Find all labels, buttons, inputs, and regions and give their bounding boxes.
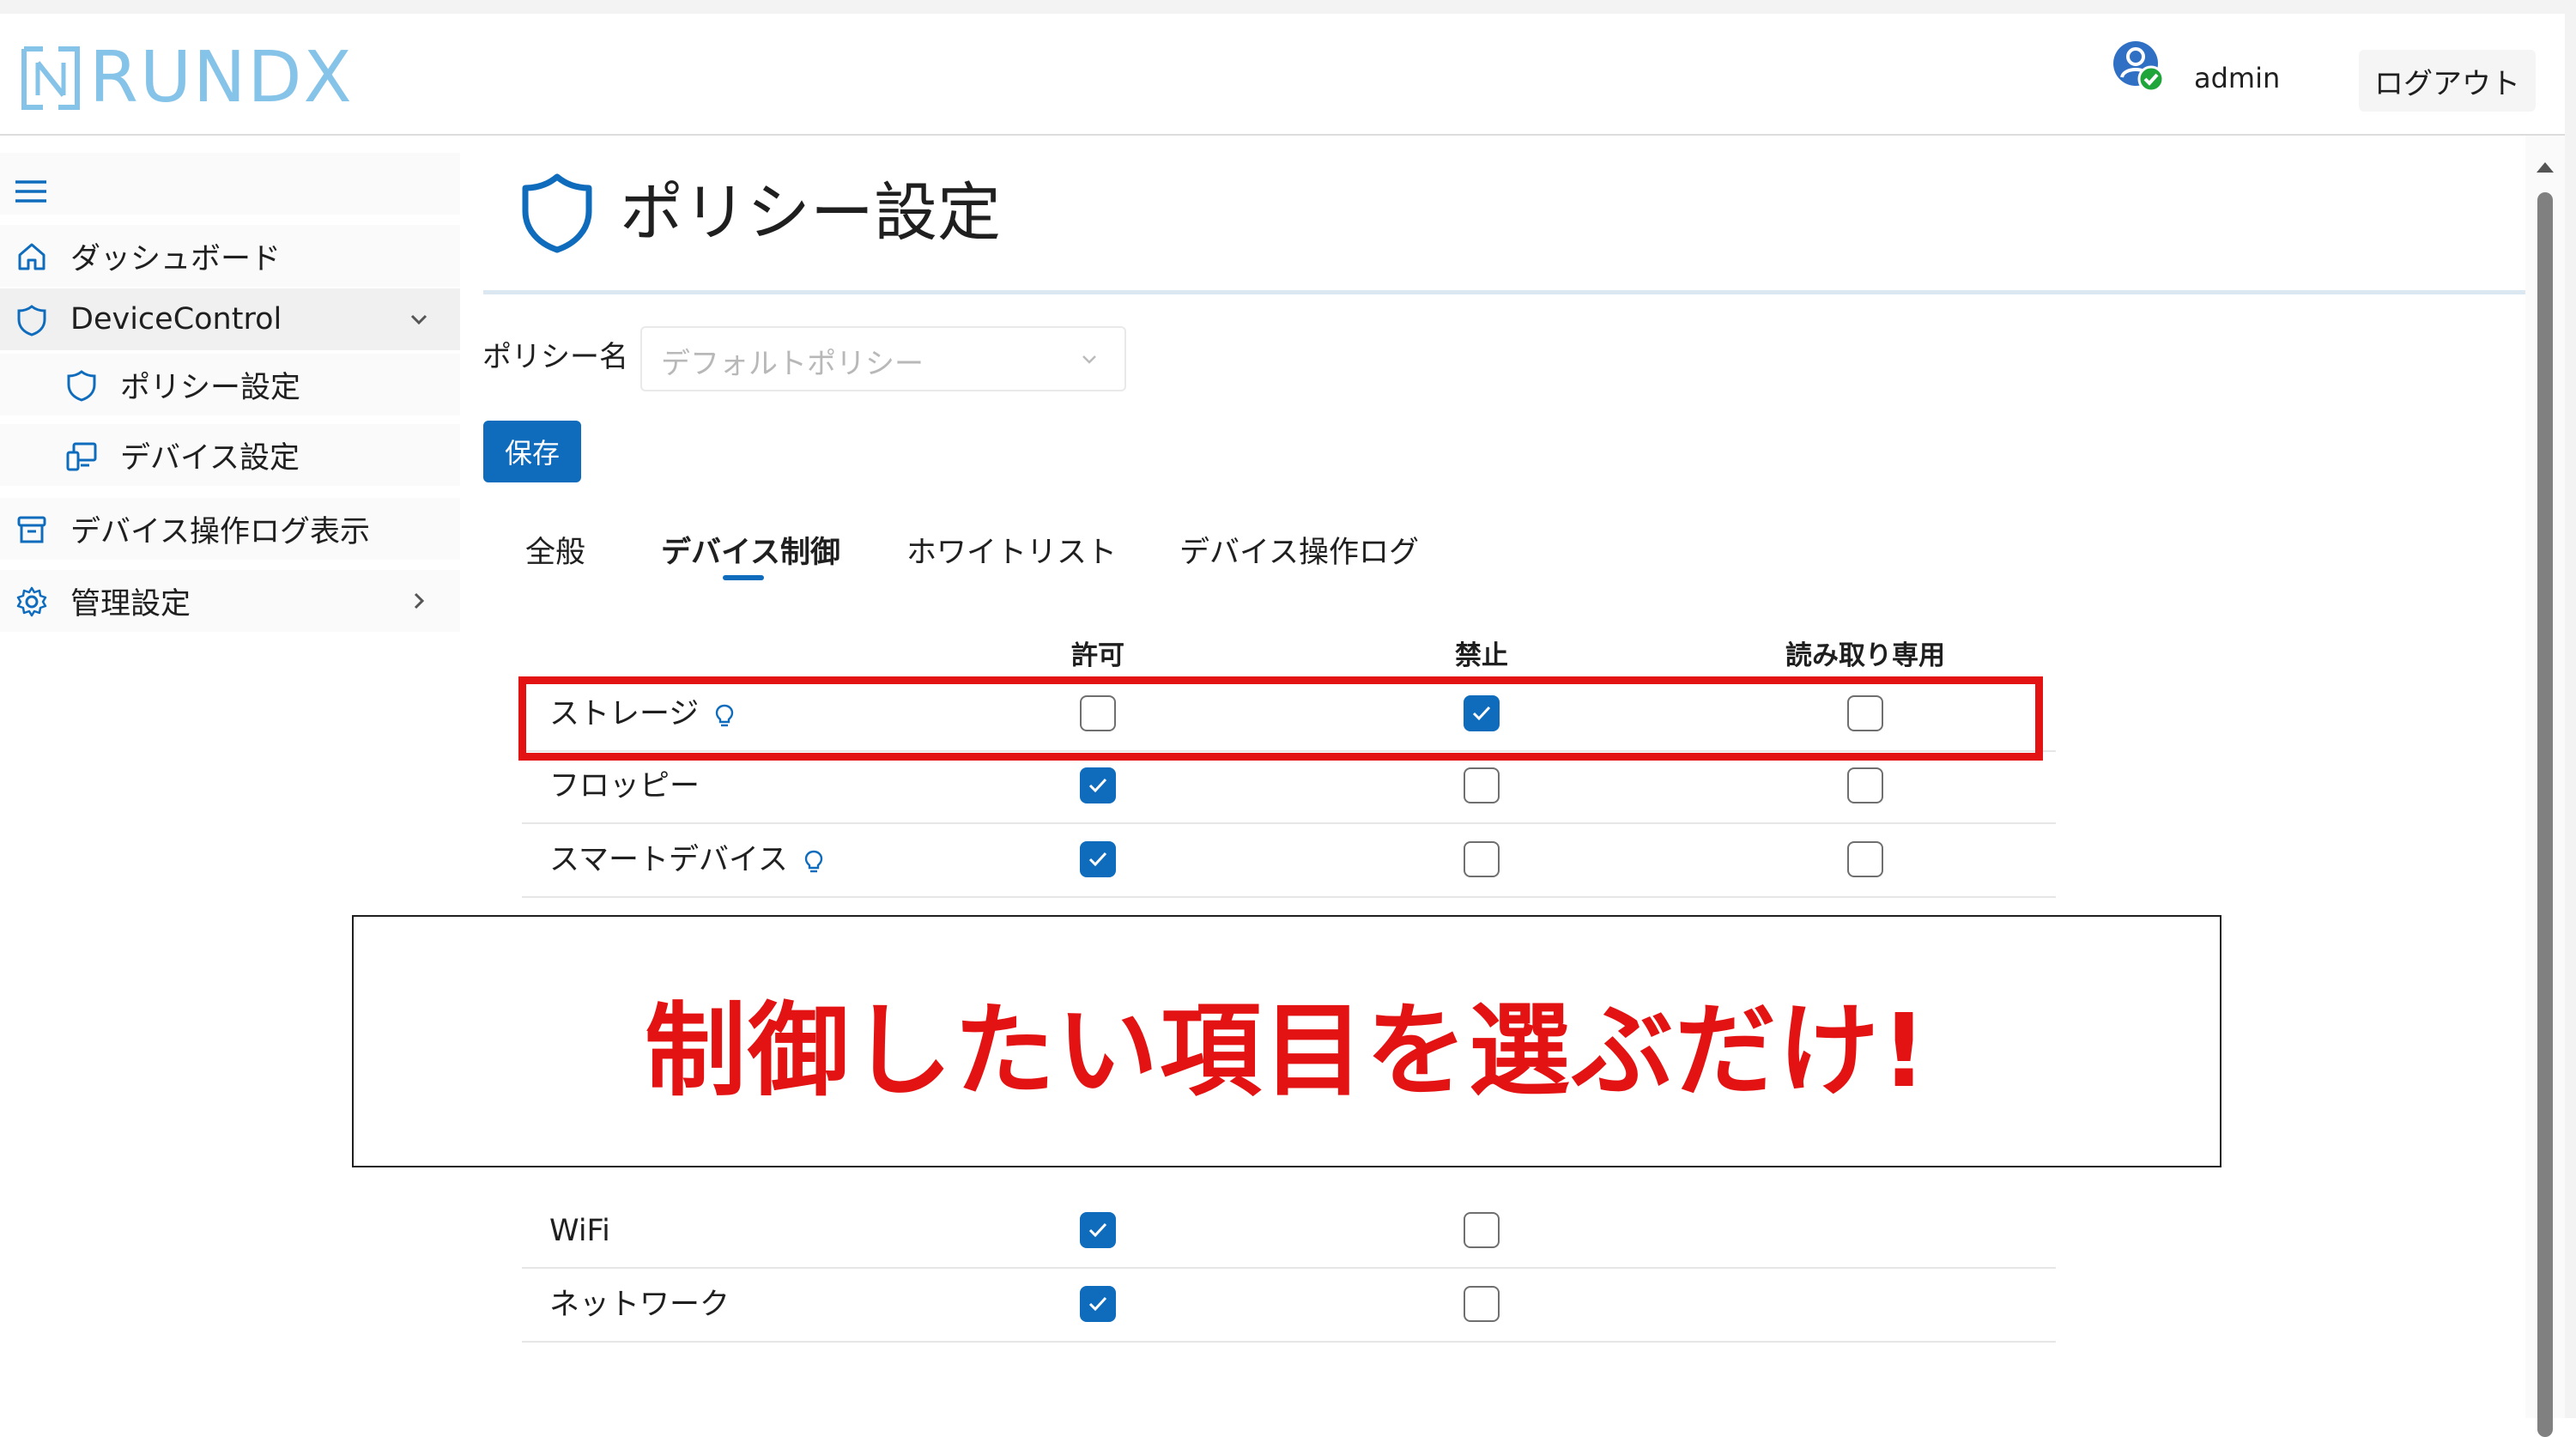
column-header-readonly: 読み取り専用 [1785,640,1945,671]
checkmark-icon [1088,1222,1107,1238]
tab-device-control[interactable]: デバイス制御 [661,532,840,573]
table-row-floppy: フロッピー [522,750,2056,824]
title-divider [483,290,2526,294]
checkbox-readonly[interactable] [1847,841,1883,877]
sidebar-item-dashboard[interactable]: ダッシュボード [0,225,460,287]
checkbox-allow[interactable] [1080,841,1116,877]
sidebar-menu-toggle[interactable] [0,153,460,215]
sidebar-item-devicecontrol[interactable]: DeviceControl [0,288,460,350]
sidebar-item-label: ダッシュボード [70,241,282,276]
scrollbar-thumb[interactable] [2537,192,2553,1437]
row-label-text: WiFi [549,1214,610,1248]
page-title: ポリシー設定 [620,176,1001,250]
gear-icon [16,586,47,617]
row-label: ネットワーク [549,1284,730,1325]
window-top-edge [0,0,2576,14]
sidebar-item-policy-settings[interactable]: ポリシー設定 [0,354,460,415]
sidebar-item-device-log[interactable]: デバイス操作ログ表示 [0,498,460,560]
sidebar-item-label: DeviceControl [70,302,282,337]
row-label-text: フロッピー [549,769,700,803]
policy-name-label: ポリシー名 [482,340,628,374]
column-header-deny: 禁止 [1455,640,1508,671]
sidebar: ダッシュボード DeviceControl ポリシー設定 デバイス設定 デバイス [0,136,460,1418]
checkbox-deny[interactable] [1464,841,1500,877]
tab-whitelist[interactable]: ホワイトリスト [906,532,1117,573]
shield-icon [522,173,592,253]
scroll-up-arrow-icon[interactable] [2534,158,2556,175]
checkbox-deny[interactable] [1464,1212,1500,1248]
active-tab-indicator [723,575,764,580]
sidebar-item-label: デバイス設定 [120,440,300,476]
column-header-allow: 許可 [1071,640,1124,671]
policy-select[interactable]: デフォルトポリシー [640,326,1126,391]
table-row-wifi: WiFi [522,1195,2056,1269]
checkbox-allow[interactable] [1080,1212,1116,1248]
row-label: スマートデバイス [549,840,824,881]
logo-text: RUNDX [89,37,354,118]
table-row-network: ネットワーク [522,1269,2056,1343]
app-header: RUNDX admin ログアウト [0,14,2565,136]
devices-icon [66,442,97,471]
highlight-frame [518,676,2043,761]
table-row-smart-device: スマートデバイス [522,824,2056,898]
checkmark-icon [1088,852,1107,867]
checkbox-deny[interactable] [1464,1286,1500,1322]
window-right-edge [2565,0,2576,1418]
checkbox-deny[interactable] [1464,767,1500,803]
lightbulb-hint-icon[interactable] [803,849,824,875]
chevron-down-icon [410,314,427,325]
shield-icon [17,305,46,337]
sidebar-item-device-settings[interactable]: デバイス設定 [0,424,460,486]
user-name: admin [2194,62,2281,94]
chevron-down-icon [1082,355,1096,364]
chevron-right-icon [414,592,425,609]
sidebar-item-label: デバイス操作ログ表示 [70,514,370,549]
archive-icon [17,516,46,543]
logo-mark-icon [21,46,80,110]
sidebar-item-label: ポリシー設定 [120,370,301,405]
checkbox-allow[interactable] [1080,1286,1116,1322]
checkbox-readonly[interactable] [1847,767,1883,803]
vertical-scrollbar[interactable] [2525,136,2565,1437]
policy-select-value: デフォルトポリシー [661,347,924,381]
row-label-text: スマートデバイス [549,843,788,877]
app-logo[interactable]: RUNDX [19,39,354,117]
callout-text: 制御したい項目を選ぶだけ! [645,991,1929,1110]
save-button[interactable]: 保存 [483,421,581,482]
tab-device-log[interactable]: デバイス操作ログ [1179,532,1419,573]
checkmark-icon [1088,778,1107,793]
checkbox-allow[interactable] [1080,767,1116,803]
logout-button[interactable]: ログアウト [2359,50,2536,112]
shield-icon [67,370,96,402]
sidebar-item-label: 管理設定 [70,586,191,621]
tab-general[interactable]: 全般 [525,532,585,573]
user-status-icon[interactable] [2112,39,2167,94]
home-icon [18,243,45,270]
callout-box: 制御したい項目を選ぶだけ! [352,915,2221,1167]
row-label: WiFi [549,1210,610,1252]
row-label: フロッピー [549,766,700,807]
sidebar-item-admin-settings[interactable]: 管理設定 [0,570,460,632]
hamburger-menu-icon [15,180,46,203]
checkmark-icon [1088,1296,1107,1312]
row-label-text: ネットワーク [549,1288,730,1322]
